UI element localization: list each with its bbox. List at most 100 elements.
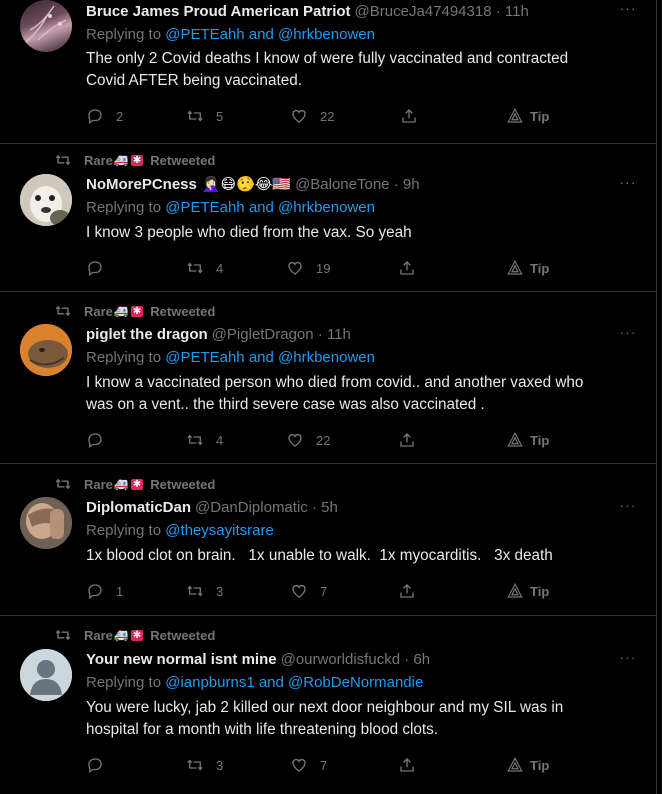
retweet-button[interactable]: 5 xyxy=(186,107,223,125)
mention-link[interactable]: @ianpburns1 and @RobDeNormandie xyxy=(165,674,423,691)
reply-button[interactable] xyxy=(86,259,116,277)
replying-to: Replying to @PETEahh and @hrkbenowen xyxy=(86,199,375,219)
mention-link[interactable]: @PETEahh and @hrkbenowen xyxy=(165,349,375,366)
avatar[interactable] xyxy=(20,324,72,376)
tweet[interactable]: Rare 🚑 ✱ Retweeted Your new normal isnt m… xyxy=(0,616,656,794)
handle-and-time[interactable]: @ourworldisfuckd · 6h xyxy=(281,651,430,668)
tweet[interactable]: Rare 🚑 ✱ Retweeted piglet the dragon @Pig… xyxy=(0,292,656,464)
retweeter-name[interactable]: Rare xyxy=(84,628,113,643)
like-button[interactable]: 22 xyxy=(290,107,334,125)
like-button[interactable]: 19 xyxy=(286,259,330,277)
retweet-button[interactable]: 4 xyxy=(186,259,223,277)
tweet-text-line: 1x blood clot on brain. 1x unable to wal… xyxy=(86,547,553,564)
retweeter-name[interactable]: Rare xyxy=(84,153,113,168)
more-options-icon[interactable]: ··· xyxy=(618,498,638,517)
replying-to: Replying to @theysayitsrare xyxy=(86,522,274,542)
retweet-icon xyxy=(187,434,203,446)
mention-link[interactable]: @theysayitsrare xyxy=(165,522,274,539)
red-cross-emoji: ✱ xyxy=(130,305,144,317)
share-button[interactable] xyxy=(400,107,418,125)
display-name[interactable]: Your new normal isnt mine xyxy=(86,651,277,668)
display-name[interactable]: piglet the dragon xyxy=(86,326,208,343)
retweet-button[interactable]: 3 xyxy=(186,756,223,774)
share-button[interactable] xyxy=(398,582,416,600)
tip-button[interactable]: Tip xyxy=(506,756,549,774)
avatar[interactable] xyxy=(20,0,72,52)
display-name[interactable]: NoMorePCness xyxy=(86,176,197,193)
retweet-icon xyxy=(55,305,71,317)
reply-button[interactable]: 1 xyxy=(86,582,123,600)
like-button[interactable]: 22 xyxy=(286,431,330,449)
avatar[interactable] xyxy=(20,174,72,226)
reply-button[interactable] xyxy=(86,431,116,449)
retweet-count: 4 xyxy=(216,432,224,448)
retweeted-by: Rare 🚑 ✱ Retweeted xyxy=(54,302,215,320)
more-options-icon[interactable]: ··· xyxy=(618,650,638,669)
like-count: 7 xyxy=(320,583,328,599)
tweet-text-line: Covid AFTER being vaccinated. xyxy=(86,72,302,89)
replying-to: Replying to @PETEahh and @hrkbenowen xyxy=(86,26,375,46)
share-button[interactable] xyxy=(398,756,416,774)
heart-icon xyxy=(292,758,306,772)
replying-to: Replying to @PETEahh and @hrkbenowen xyxy=(86,349,375,369)
retweeted-by: Rare 🚑 ✱ Retweeted xyxy=(54,626,215,644)
reply-button[interactable] xyxy=(86,756,116,774)
handle-and-time[interactable]: @DanDiplomatic · 5h xyxy=(195,499,338,516)
tweet[interactable]: Rare 🚑 ✱ Retweeted DiplomaticDan @DanDipl… xyxy=(0,464,656,616)
share-button[interactable] xyxy=(398,259,416,277)
reply-count: 2 xyxy=(116,108,124,124)
more-options-icon[interactable]: ··· xyxy=(618,325,638,344)
ambulance-emoji: 🚑 xyxy=(113,628,129,642)
retweet-icon xyxy=(55,629,71,641)
like-button[interactable]: 7 xyxy=(290,582,327,600)
handle-and-time[interactable]: @BruceJa47494318 · 11h xyxy=(355,3,529,20)
avatar[interactable] xyxy=(20,649,72,701)
retweeted-by: Rare 🚑 ✱ Retweeted xyxy=(54,151,215,169)
tip-label: Tip xyxy=(530,757,550,773)
tweet-text-line: The only 2 Covid deaths I know of were f… xyxy=(86,50,569,67)
retweet-icon xyxy=(55,154,71,166)
reply-icon xyxy=(88,584,102,600)
handle-and-time[interactable]: @PigletDragon · 11h xyxy=(212,326,351,343)
retweet-button[interactable]: 4 xyxy=(186,431,223,449)
more-options-icon[interactable]: ··· xyxy=(618,175,638,194)
retweet-icon xyxy=(187,759,203,771)
tip-button[interactable]: Tip xyxy=(506,259,549,277)
reply-button[interactable]: 2 xyxy=(86,107,123,125)
retweeter-name[interactable]: Rare xyxy=(84,477,113,492)
tip-label: Tip xyxy=(530,108,550,124)
tip-button[interactable]: Tip xyxy=(506,431,549,449)
reply-icon xyxy=(88,758,102,774)
reply-icon xyxy=(88,109,102,125)
display-name[interactable]: DiplomaticDan xyxy=(86,499,191,516)
avatar[interactable] xyxy=(20,497,72,549)
retweet-label: Retweeted xyxy=(150,152,216,168)
ambulance-emoji: 🚑 xyxy=(113,477,129,491)
avatar-image xyxy=(23,5,67,45)
tweet[interactable]: Rare 🚑 ✱ Retweeted NoMorePCness 🤦🏻‍♀️😷🤥😂🇺… xyxy=(0,144,656,292)
mention-link[interactable]: @PETEahh and @hrkbenowen xyxy=(165,26,375,43)
retweet-count: 4 xyxy=(216,260,224,276)
like-button[interactable]: 7 xyxy=(290,756,327,774)
retweet-icon xyxy=(187,110,203,122)
tweet-text-line: hospital for a month with life threateni… xyxy=(86,721,439,738)
red-cross-emoji: ✱ xyxy=(130,154,144,166)
tweet-actions: 3 7 Tip xyxy=(86,756,566,776)
share-button[interactable] xyxy=(398,431,416,449)
tip-button[interactable]: Tip xyxy=(506,582,549,600)
handle-and-time[interactable]: @BaloneTone · 9h xyxy=(295,176,419,193)
retweeter-name[interactable]: Rare xyxy=(84,304,113,319)
tip-label: Tip xyxy=(530,432,550,448)
mention-link[interactable]: @PETEahh and @hrkbenowen xyxy=(165,199,375,216)
tweet-text-line: was on a vent.. the third severe case wa… xyxy=(86,396,485,413)
tip-label: Tip xyxy=(530,260,550,276)
tweet-actions: 4 22 Tip xyxy=(86,431,566,451)
retweet-count: 5 xyxy=(216,108,224,124)
replying-prefix: Replying to xyxy=(86,26,166,43)
retweet-button[interactable]: 3 xyxy=(186,582,223,600)
tip-button[interactable]: Tip xyxy=(506,107,549,125)
like-count: 22 xyxy=(316,432,331,448)
tweet[interactable]: Bruce James Proud American Patriot @Bruc… xyxy=(0,0,656,144)
display-name[interactable]: Bruce James Proud American Patriot xyxy=(86,3,351,20)
more-options-icon[interactable]: ··· xyxy=(618,1,638,20)
